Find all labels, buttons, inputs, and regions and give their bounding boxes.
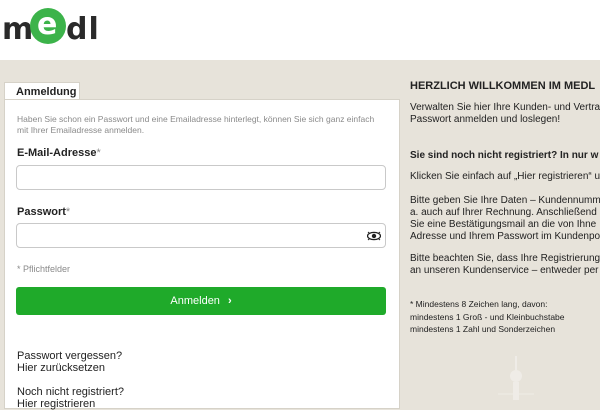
info-paragraph-3-line-1: Bitte geben Sie Ihre Daten – Kundennumm (410, 195, 600, 206)
email-input[interactable] (16, 165, 386, 190)
password-label-text: Passwort (17, 206, 66, 218)
info-paragraph-1-line-1: Verwalten Sie hier Ihre Kunden- und Vert… (410, 102, 600, 113)
show-password-eye-icon[interactable] (367, 231, 381, 241)
info-paragraph-2: Klicken Sie einfach auf „Hier registrier… (410, 171, 600, 182)
info-paragraph-4-line-1: Bitte beachten Sie, dass Ihre Registrier… (410, 253, 600, 264)
info-paragraph-4-line-2: an unseren Kundenservice – entweder per (410, 265, 599, 276)
password-input[interactable] (16, 223, 386, 248)
email-required-mark: * (96, 147, 101, 159)
email-label: E-Mail-Adresse* (17, 147, 101, 159)
logo-text-dl: dl (66, 12, 100, 47)
info-question: Sie sind noch nicht registriert? In nur … (410, 150, 599, 161)
logo-text-e: e (37, 7, 58, 42)
not-registered-question: Noch nicht registriert? (17, 386, 124, 398)
login-button[interactable]: Anmelden › (16, 287, 386, 315)
welcome-heading: HERZLICH WILLKOMMEN IM MEDL (410, 80, 596, 92)
info-paragraph-3-line-3: Sie eine Bestätigungsmail an die von Ihn… (410, 219, 597, 230)
password-label: Passwort* (17, 206, 70, 218)
info-paragraph-3-line-2: a. auch auf Ihrer Rechnung. Anschließend (410, 207, 597, 218)
tower-watermark-icon (498, 356, 534, 400)
password-rules-line-2: mindestens 1 Groß - und Kleinbuchstabe (410, 312, 565, 322)
info-paragraph-1-line-2: Passwort anmelden und loslegen! (410, 114, 561, 125)
password-rules-line-1: * Mindestens 8 Zeichen lang, davon: (410, 299, 548, 309)
info-paragraph-3-line-4: Adresse und Ihrem Passwort im Kundenpo (410, 231, 600, 242)
email-label-text: E-Mail-Adresse (17, 147, 97, 159)
reset-password-link[interactable]: Hier zurücksetzen (17, 362, 105, 374)
login-button-label: Anmelden (170, 295, 220, 307)
password-required-mark: * (65, 206, 71, 218)
required-fields-note: * Pflichtfelder (17, 264, 71, 274)
tab-anmeldung[interactable]: Anmeldung (4, 82, 80, 100)
password-rules-line-3: mindestens 1 Zahl und Sonderzeichen (410, 324, 556, 334)
header: m e dl (0, 0, 600, 60)
login-panel: Haben Sie schon ein Passwort und eine Em… (4, 99, 400, 410)
forgot-password-question: Passwort vergessen? (17, 350, 123, 362)
login-intro-text: Haben Sie schon ein Passwort und eine Em… (17, 114, 375, 135)
chevron-right-icon: › (227, 295, 232, 307)
